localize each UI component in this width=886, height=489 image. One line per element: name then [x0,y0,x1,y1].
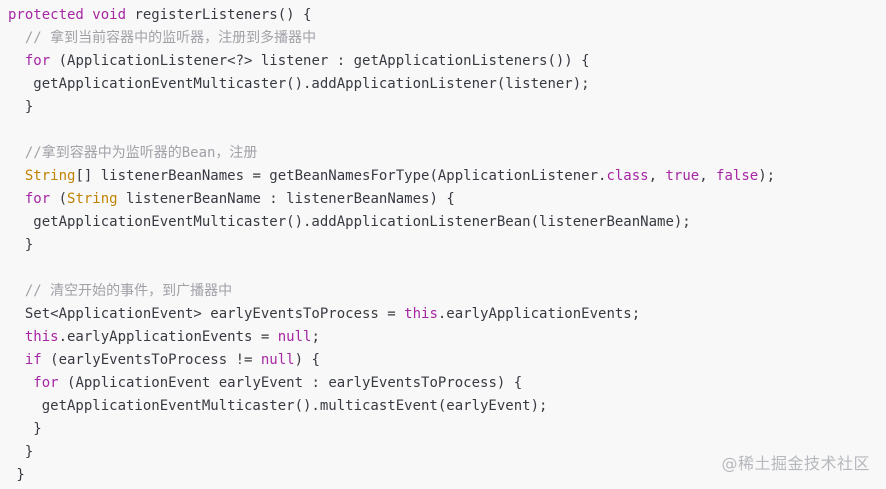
code-line: protected void registerListeners() { [8,4,311,27]
code-token: false [716,168,759,184]
code-line: } [8,441,33,464]
code-token: [] listenerBeanNames = getBeanNamesForTy… [75,168,607,184]
code-token: for [24,53,51,69]
code-line: getApplicationEventMulticaster().addAppl… [8,73,590,96]
code-token: .earlyApplicationEvents = [58,329,278,345]
code-line: //拿到容器中为监听器的Bean，注册 [8,142,258,165]
code-token: registerListeners() { [126,7,312,23]
code-token: } [8,421,42,437]
code-line: getApplicationEventMulticaster().addAppl… [8,211,691,234]
code-token: } [8,99,34,115]
code-token: , [648,168,666,184]
code-token: ) { [294,352,320,368]
code-line: } [8,234,33,257]
code-token: // 拿到当前容器中的监听器，注册到多播器中 [8,30,317,46]
code-line: } [8,96,33,119]
code-token: protected [8,7,84,23]
code-token: String [67,191,118,207]
code-line: } [8,418,42,441]
code-token: ( [50,191,68,207]
code-line: for (String listenerBeanName : listenerB… [8,188,455,211]
watermark: @稀土掘金技术社区 [721,454,870,473]
code-line: for (ApplicationEvent earlyEvent : early… [8,372,522,395]
code-token: this [24,329,59,345]
code-token: String [24,168,76,184]
code-token: } [8,467,25,483]
code-line: // 拿到当前容器中的监听器，注册到多播器中 [8,27,316,50]
code-token: , [699,168,717,184]
code-token: this [404,306,438,322]
code-token: } [8,237,34,253]
code-token: void [92,7,127,23]
code-token: for [24,191,51,207]
code-line: // 清空开始的事件，到广播器中 [8,280,232,303]
code-token: class [606,168,649,184]
code-token: true [665,168,700,184]
code-token: if [24,352,42,368]
code-token: (ApplicationEvent earlyEvent : earlyEven… [58,375,523,391]
code-line: getApplicationEventMulticaster().multica… [8,395,548,418]
code-token: // 清空开始的事件，到广播器中 [8,283,233,299]
code-line: this.earlyApplicationEvents = null; [8,326,320,349]
code-token: null [277,329,312,345]
code-token: } [8,444,34,460]
code-line: if (earlyEventsToProcess != null) { [8,349,320,372]
code-token: getApplicationEventMulticaster().addAppl… [8,76,590,92]
code-token: listenerBeanName : listenerBeanNames) { [117,191,455,207]
code-token: ; [311,329,320,345]
code-line: Set<ApplicationEvent> earlyEventsToProce… [8,303,640,326]
code-line: String[] listenerBeanNames = getBeanName… [8,165,775,188]
code-token: .earlyApplicationEvents; [437,306,641,322]
code-token: Set<ApplicationEvent> earlyEventsToProce… [8,306,405,322]
code-block: protected void registerListeners() { // … [0,0,886,489]
code-token: (ApplicationListener<?> listener : getAp… [50,53,590,69]
code-token: (earlyEventsToProcess != [41,352,261,368]
code-line: } [8,464,25,487]
code-token: getApplicationEventMulticaster().multica… [8,398,548,414]
code-line: for (ApplicationListener<?> listener : g… [8,50,590,73]
code-token: getApplicationEventMulticaster().addAppl… [8,214,691,230]
code-token: for [33,375,59,391]
code-token: null [260,352,295,368]
code-token: ); [758,168,776,184]
code-token: //拿到容器中为监听器的Bean，注册 [8,145,258,161]
